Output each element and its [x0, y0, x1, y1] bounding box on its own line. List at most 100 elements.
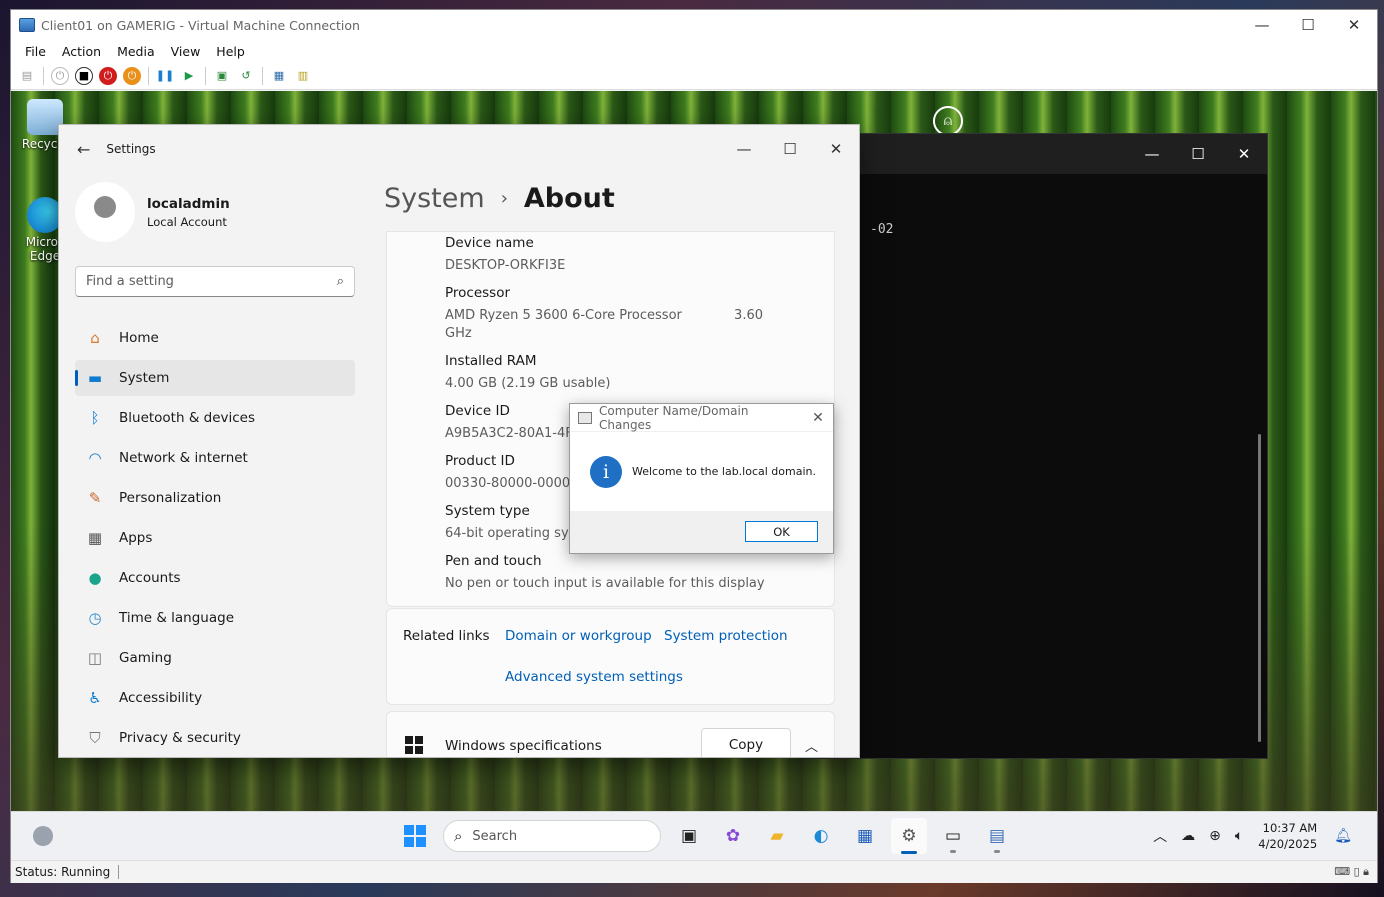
- nav-item-gaming[interactable]: ◫ Gaming: [75, 640, 355, 676]
- ok-button[interactable]: OK: [745, 521, 818, 542]
- nav-item-time-language[interactable]: ◷ Time & language: [75, 600, 355, 636]
- avatar-person-icon: [94, 196, 116, 218]
- spec-label: Processor: [445, 285, 511, 301]
- taskbar-search-box[interactable]: ⌕ Search: [443, 820, 661, 852]
- task-view-icon: ▣: [680, 826, 698, 846]
- menu-help[interactable]: Help: [216, 44, 245, 59]
- pause-icon[interactable]: ❚❚: [156, 67, 174, 85]
- apps-icon: ▦: [87, 529, 103, 547]
- related-links-label: Related links: [403, 628, 490, 644]
- notification-bell-icon[interactable]: 🔔︎: [1334, 828, 1352, 844]
- terminal-scrollbar[interactable]: [1258, 434, 1261, 742]
- toolbar-separator: [262, 66, 263, 85]
- nav-label: Network & internet: [119, 450, 248, 466]
- nav-item-privacy[interactable]: ⛉ Privacy & security: [75, 720, 355, 756]
- dialog-title: Computer Name/Domain Changes: [599, 403, 749, 432]
- nav-item-bluetooth[interactable]: ᛒ Bluetooth & devices: [75, 400, 355, 436]
- start-button[interactable]: [397, 818, 433, 854]
- windows-logo-icon: [405, 736, 423, 754]
- settings-maximize-button[interactable]: ☐: [767, 134, 813, 164]
- menu-file[interactable]: File: [25, 44, 46, 59]
- start-icon[interactable]: ⏻: [51, 66, 69, 85]
- enhanced-session-icon[interactable]: ▦: [270, 67, 288, 85]
- taskbar: ⌕ Search ▣ ✿ ▰ ◐ ▦ ⚙ ▭ ▤ ︿ ☁ ⊕ 🔈︎ 10:37 …: [11, 811, 1377, 859]
- maximize-button[interactable]: ☐: [1285, 10, 1331, 40]
- spec-label: Installed RAM: [445, 353, 537, 369]
- minimize-button[interactable]: —: [1239, 10, 1285, 40]
- nav-item-network[interactable]: ◠ Network & internet: [75, 440, 355, 476]
- nav-item-personalization[interactable]: ✎ Personalization: [75, 480, 355, 516]
- settings-taskbar-button[interactable]: ⚙: [891, 818, 927, 854]
- dialog-titlebar: Computer Name/Domain Changes ✕: [570, 404, 833, 432]
- spec-value-processor: AMD Ryzen 5 3600 6-Core Processor 3.60: [445, 307, 763, 325]
- toolbar-separator: [148, 66, 149, 85]
- terminal-close-button[interactable]: ✕: [1221, 139, 1267, 169]
- share-icon[interactable]: ▥: [294, 67, 312, 85]
- menu-media[interactable]: Media: [117, 44, 155, 59]
- settings-title: Settings: [106, 142, 156, 156]
- user-name: localadmin: [147, 195, 230, 212]
- breadcrumb-system[interactable]: System: [384, 183, 485, 214]
- vm-titlebar: Client01 on GAMERIG - Virtual Machine Co…: [11, 10, 1377, 40]
- settings-nav: ⌂ Home ▬ System ᛒ Bluetooth & devices ◠ Netw…: [75, 320, 355, 757]
- copilot-button[interactable]: ✿: [715, 818, 751, 854]
- ctrl-alt-del-icon[interactable]: ▤: [18, 67, 36, 85]
- search-icon: ⌕: [454, 827, 463, 845]
- network-globe-icon[interactable]: ⊕: [1209, 828, 1221, 844]
- shutdown-icon[interactable]: ⏻: [99, 66, 117, 85]
- nav-label: Privacy & security: [119, 730, 241, 746]
- chevron-up-icon[interactable]: ︿: [805, 736, 818, 755]
- folder-icon: ▰: [770, 826, 784, 846]
- volume-icon[interactable]: 🔈︎: [1235, 828, 1243, 844]
- nav-label: Accounts: [119, 570, 181, 586]
- terminal-taskbar-button[interactable]: ▭: [935, 818, 971, 854]
- nav-item-accessibility[interactable]: ♿ Accessibility: [75, 680, 355, 716]
- revert-icon[interactable]: ↺: [237, 67, 255, 85]
- resume-icon[interactable]: ▶: [180, 67, 198, 85]
- menu-action[interactable]: Action: [62, 44, 101, 59]
- page-title: About: [523, 183, 615, 214]
- edge-button[interactable]: ◐: [803, 818, 839, 854]
- windows-specifications-label: Windows specifications: [445, 738, 602, 754]
- system-protection-link[interactable]: System protection: [664, 628, 788, 644]
- turn-off-icon[interactable]: ■: [75, 66, 93, 85]
- nav-item-system[interactable]: ▬ System: [75, 360, 355, 396]
- spec-value: DESKTOP-ORKFI3E: [445, 258, 566, 273]
- bluetooth-icon: ᛒ: [90, 409, 100, 427]
- settings-close-button[interactable]: ✕: [813, 134, 859, 164]
- checkpoint-icon[interactable]: ▣: [213, 67, 231, 85]
- domain-or-workgroup-link[interactable]: Domain or workgroup: [505, 628, 652, 644]
- onedrive-icon[interactable]: ☁: [1181, 828, 1195, 844]
- file-explorer-button[interactable]: ▰: [759, 818, 795, 854]
- advanced-system-settings-link[interactable]: Advanced system settings: [505, 669, 683, 685]
- dialog-close-button[interactable]: ✕: [803, 410, 833, 426]
- store-button[interactable]: ▦: [847, 818, 883, 854]
- nav-item-accounts[interactable]: ● Accounts: [75, 560, 355, 596]
- terminal-window[interactable]: — ☐ ✕ -02: [801, 133, 1268, 759]
- system-tray: ︿ ☁ ⊕ 🔈︎ 10:37 AM 4/20/2025 🔔︎: [1146, 820, 1359, 852]
- home-icon: ⌂: [90, 329, 100, 347]
- terminal-icon: ▭: [944, 826, 962, 846]
- windows-specifications[interactable]: Windows specifications Copy ︿: [386, 711, 835, 757]
- close-button[interactable]: ✕: [1331, 10, 1377, 40]
- spec-value: No pen or touch input is available for t…: [445, 576, 765, 591]
- save-icon[interactable]: ⏻: [123, 66, 141, 85]
- widgets-icon[interactable]: [33, 826, 53, 846]
- nav-label: Time & language: [119, 610, 235, 626]
- settings-minimize-button[interactable]: —: [721, 134, 767, 164]
- spec-value-unit: GHz: [445, 326, 472, 341]
- chevron-up-icon[interactable]: ︿: [1153, 826, 1167, 846]
- task-view-button[interactable]: ▣: [671, 818, 707, 854]
- nav-item-apps[interactable]: ▦ Apps: [75, 520, 355, 556]
- find-setting-input[interactable]: Find a setting ⌕: [75, 266, 355, 297]
- copy-button[interactable]: Copy: [701, 728, 791, 757]
- back-arrow-icon[interactable]: ←: [77, 140, 90, 159]
- nav-item-home[interactable]: ⌂ Home: [75, 320, 355, 356]
- terminal-maximize-button[interactable]: ☐: [1175, 139, 1221, 169]
- clock[interactable]: 10:37 AM 4/20/2025: [1258, 820, 1317, 852]
- system-properties-taskbar-button[interactable]: ▤: [979, 818, 1015, 854]
- terminal-minimize-button[interactable]: —: [1129, 139, 1175, 169]
- menu-view[interactable]: View: [171, 44, 201, 59]
- vm-statusbar: Status: Running ⌨ ▯ 🔒︎: [11, 860, 1377, 883]
- user-profile[interactable]: localadmin Local Account: [75, 182, 230, 242]
